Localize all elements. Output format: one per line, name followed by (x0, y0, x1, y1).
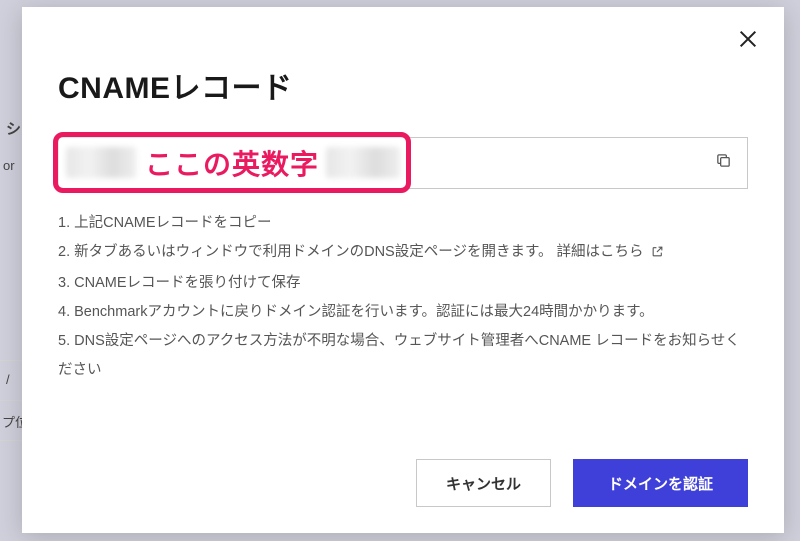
modal-title: CNAMEレコード (58, 63, 748, 107)
confirm-button[interactable]: ドメインを認証 (573, 459, 748, 507)
close-button[interactable] (732, 25, 764, 57)
instruction-item: 5. DNS設定ページへのアクセス方法が不明な場合、ウェブサイト管理者へCNAM… (58, 327, 748, 385)
close-icon (737, 28, 759, 55)
cname-field-wrap: ここの英数字 (58, 137, 748, 189)
cname-record-modal: CNAMEレコード ここの英数字 1. 上記CNAMEレコードをコピー 2. 新… (22, 7, 784, 533)
bg-text: / (6, 372, 10, 387)
instruction-item: 3. CNAMEレコードを張り付けて保存 (58, 269, 748, 298)
copy-button[interactable] (708, 148, 738, 178)
modal-footer: キャンセル ドメインを認証 (416, 459, 748, 507)
bg-text: シ (6, 118, 21, 139)
instruction-item: 2. 新タブあるいはウィンドウで利用ドメインのDNS設定ページを開きます。 詳細… (58, 238, 748, 269)
cancel-button[interactable]: キャンセル (416, 459, 551, 507)
instruction-item: 4. Benchmarkアカウントに戻りドメイン認証を行います。認証には最大24… (58, 298, 748, 327)
instruction-list: 1. 上記CNAMEレコードをコピー 2. 新タブあるいはウィンドウで利用ドメイ… (58, 209, 748, 385)
instruction-item: 1. 上記CNAMEレコードをコピー (58, 209, 748, 238)
instruction-text: 2. 新タブあるいはウィンドウで利用ドメインのDNS設定ページを開きます。 (58, 244, 553, 260)
details-link[interactable]: 詳細はこちら (557, 244, 664, 260)
bg-text: or (3, 158, 15, 173)
cname-input[interactable] (58, 137, 748, 189)
copy-icon (715, 152, 732, 174)
details-link-text: 詳細はこちら (557, 244, 644, 260)
external-link-icon (651, 240, 664, 269)
